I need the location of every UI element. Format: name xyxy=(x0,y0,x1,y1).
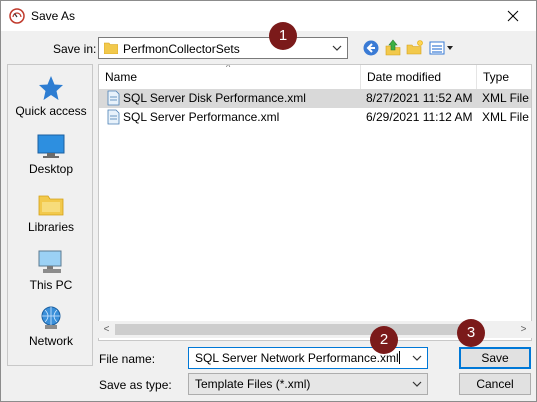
close-button[interactable] xyxy=(490,1,536,31)
navigation-pane: Quick access Desktop Libraries This PC N… xyxy=(7,64,93,366)
up-folder-icon[interactable] xyxy=(384,39,402,57)
save-button[interactable]: Save xyxy=(459,347,531,369)
xml-file-icon xyxy=(107,90,120,106)
libraries-icon xyxy=(38,195,64,216)
chevron-down-icon[interactable] xyxy=(411,352,423,364)
file-name-cell: SQL Server Performance.xml xyxy=(123,110,280,124)
file-row[interactable]: SQL Server Performance.xml 6/29/2021 11:… xyxy=(99,108,531,127)
save-in-dropdown[interactable]: PerfmonCollectorSets xyxy=(98,37,348,59)
column-header-date-modified[interactable]: Date modified xyxy=(361,65,477,89)
window-title: Save As xyxy=(31,9,76,23)
view-menu-icon[interactable] xyxy=(429,39,455,57)
nav-item-quick-access[interactable]: Quick access xyxy=(8,75,94,118)
save-as-dialog: Save As Save in: PerfmonCollectorSets Qu… xyxy=(0,0,537,402)
nav-item-libraries[interactable]: Libraries xyxy=(8,191,94,234)
desktop-icon xyxy=(37,134,65,158)
nav-item-desktop[interactable]: Desktop xyxy=(8,133,94,176)
cancel-button[interactable]: Cancel xyxy=(459,373,531,395)
scroll-right-arrow-icon[interactable]: > xyxy=(515,321,532,338)
save-as-type-value: Template Files (*.xml) xyxy=(195,377,311,391)
star-icon xyxy=(39,76,63,100)
text-cursor xyxy=(398,351,400,364)
folder-icon xyxy=(104,42,118,54)
step-badge-3: 3 xyxy=(457,319,485,347)
step-badge-1: 1 xyxy=(269,22,297,50)
nav-label-network: Network xyxy=(28,334,73,348)
scroll-left-arrow-icon[interactable]: < xyxy=(98,321,115,338)
chevron-down-icon xyxy=(412,381,422,387)
column-header-type[interactable]: Type xyxy=(477,65,531,89)
close-icon xyxy=(507,10,519,22)
file-list: ^ Name Date modified Type SQL Server Dis… xyxy=(98,64,532,341)
nav-label-quick-access: Quick access xyxy=(15,104,87,118)
nav-item-network[interactable]: Network xyxy=(8,305,94,348)
file-date-cell: 6/29/2021 11:12 AM xyxy=(366,110,473,124)
computer-icon xyxy=(38,250,62,273)
save-as-type-dropdown[interactable]: Template Files (*.xml) xyxy=(188,373,428,395)
file-name-label: File name: xyxy=(99,352,156,366)
column-header-name[interactable]: Name xyxy=(99,65,361,89)
perfmon-app-icon xyxy=(9,8,25,24)
save-in-label: Save in: xyxy=(53,42,97,56)
file-type-cell: XML File xyxy=(482,91,529,105)
chevron-down-icon xyxy=(332,45,342,51)
network-icon xyxy=(41,306,61,329)
back-icon[interactable] xyxy=(362,39,380,57)
nav-item-this-pc[interactable]: This PC xyxy=(8,249,94,292)
file-date-cell: 8/27/2021 11:52 AM xyxy=(366,91,473,105)
nav-label-desktop: Desktop xyxy=(28,162,74,176)
xml-file-icon xyxy=(107,109,120,125)
file-row[interactable]: SQL Server Disk Performance.xml 8/27/202… xyxy=(99,89,531,108)
file-name-value: SQL Server Network Performance.xml xyxy=(195,351,399,365)
file-type-cell: XML File xyxy=(482,110,529,124)
file-name-cell: SQL Server Disk Performance.xml xyxy=(123,91,306,105)
save-as-type-label: Save as type: xyxy=(99,378,172,392)
new-folder-icon[interactable] xyxy=(406,39,424,57)
nav-label-libraries: Libraries xyxy=(27,220,75,234)
nav-label-this-pc: This PC xyxy=(29,278,73,292)
title-bar: Save As xyxy=(1,1,536,31)
scrollbar-thumb[interactable] xyxy=(115,324,479,335)
step-badge-2: 2 xyxy=(370,326,398,354)
save-in-value: PerfmonCollectorSets xyxy=(123,42,240,56)
